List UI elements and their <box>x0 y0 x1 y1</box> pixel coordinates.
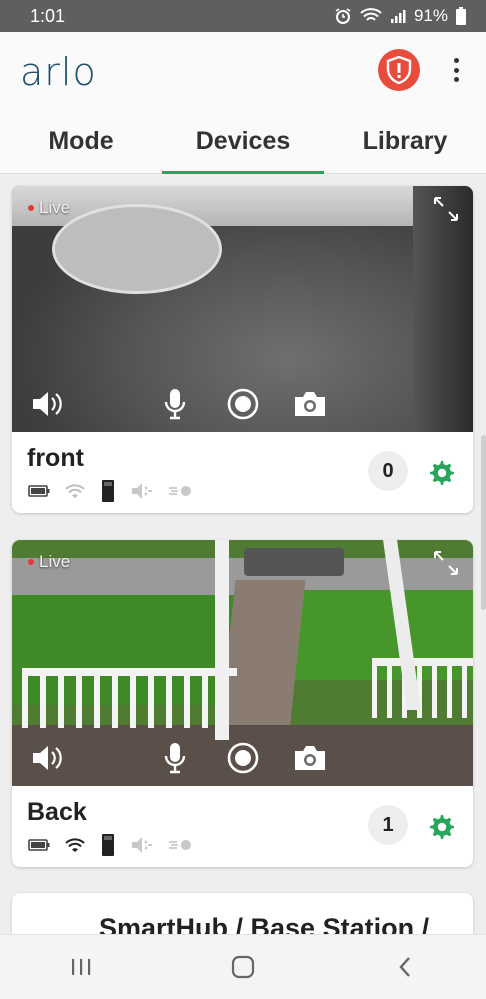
clip-count-badge[interactable]: 1 <box>368 805 408 845</box>
camera-name[interactable]: front <box>27 444 84 473</box>
snapshot-camera-icon[interactable] <box>290 738 330 778</box>
clip-count-badge[interactable]: 0 <box>368 451 408 491</box>
record-icon[interactable] <box>223 384 263 424</box>
battery-percent: 91% <box>413 6 448 25</box>
camera-card-front: Live front 0 <box>12 186 473 513</box>
tab-bar: Mode Devices Library <box>0 120 486 174</box>
back-icon[interactable] <box>375 942 435 992</box>
camera-status-icons <box>28 480 194 502</box>
basestation-title: SmartHub / Base Station / <box>99 913 430 934</box>
wifi-signal-icon <box>64 483 86 499</box>
muted-speaker-icon <box>130 835 154 855</box>
tab-devices[interactable]: Devices <box>162 120 324 174</box>
tab-mode[interactable]: Mode <box>0 120 162 174</box>
wifi-status-icon <box>360 8 382 24</box>
scrollbar[interactable] <box>481 435 486 610</box>
sd-storage-icon <box>100 479 116 503</box>
settings-gear-icon[interactable] <box>427 812 455 840</box>
microphone-icon[interactable] <box>155 738 195 778</box>
speaker-icon[interactable] <box>27 384 67 424</box>
fullscreen-icon[interactable] <box>433 196 459 227</box>
microphone-icon[interactable] <box>155 384 195 424</box>
battery-icon <box>28 839 50 851</box>
app-header: arlo Mode Devices Library <box>0 32 486 174</box>
live-indicator: Live <box>28 198 70 218</box>
fullscreen-icon[interactable] <box>433 550 459 581</box>
speaker-icon[interactable] <box>27 738 67 778</box>
motion-detection-icon <box>168 838 194 852</box>
alarm-icon <box>334 7 352 25</box>
status-time: 1:01 <box>30 5 66 26</box>
basestation-card[interactable]: SmartHub / Base Station / <box>12 893 473 934</box>
security-shield-button[interactable] <box>378 49 420 91</box>
motion-detection-icon <box>168 484 194 498</box>
signal-icon <box>390 8 406 24</box>
camera-feed-back[interactable]: Live <box>12 540 473 786</box>
camera-status-icons <box>28 834 194 856</box>
status-bar: 1:01 91% <box>0 0 486 32</box>
device-list[interactable]: Live front 0 Live Back 1 SmartHub / Base… <box>0 175 486 934</box>
battery-icon <box>28 485 50 497</box>
status-icons: 91% <box>334 6 466 26</box>
shield-alert-icon <box>386 56 412 84</box>
live-label: Live <box>39 198 71 217</box>
wifi-signal-icon <box>64 837 86 853</box>
battery-icon <box>456 7 466 25</box>
camera-info: front 0 <box>12 432 473 512</box>
arlo-logo: arlo <box>20 50 97 94</box>
system-nav-bar <box>0 934 486 999</box>
camera-feed-front[interactable]: Live <box>12 186 473 432</box>
home-icon[interactable] <box>213 942 273 992</box>
more-options-icon[interactable] <box>444 54 468 86</box>
live-label: Live <box>39 552 71 571</box>
muted-speaker-icon <box>130 481 154 501</box>
tab-library[interactable]: Library <box>324 120 486 174</box>
settings-gear-icon[interactable] <box>427 458 455 486</box>
sd-storage-icon <box>100 833 116 857</box>
live-indicator: Live <box>28 552 70 572</box>
record-icon[interactable] <box>223 738 263 778</box>
camera-card-back: Live Back 1 <box>12 540 473 867</box>
recent-apps-icon[interactable] <box>51 942 111 992</box>
camera-name[interactable]: Back <box>27 798 87 827</box>
camera-info: Back 1 <box>12 786 473 866</box>
snapshot-camera-icon[interactable] <box>290 384 330 424</box>
live-dot-icon <box>28 559 34 565</box>
live-dot-icon <box>28 205 34 211</box>
